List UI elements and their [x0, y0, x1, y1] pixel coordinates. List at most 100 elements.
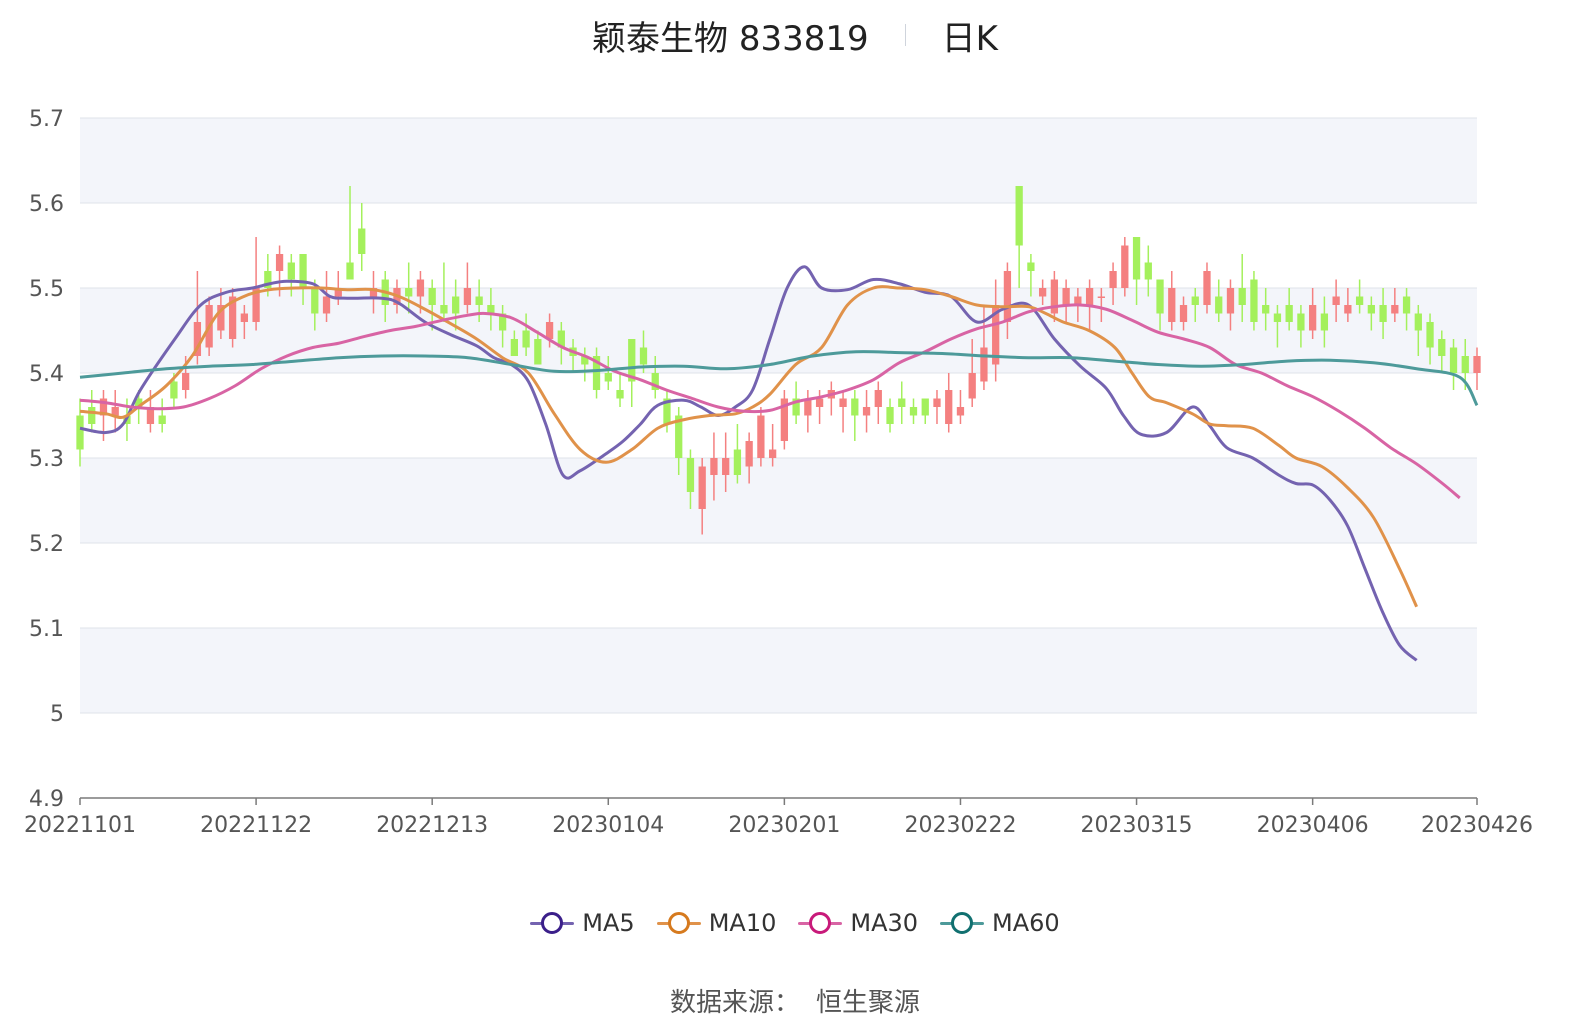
candle: [111, 390, 119, 433]
candle-body: [862, 407, 871, 416]
y-tick-label: 4.9: [29, 787, 64, 812]
candle-body: [1179, 305, 1188, 322]
candle-body: [452, 296, 460, 314]
candle-body: [722, 458, 730, 475]
candle-body: [1132, 237, 1141, 280]
candle: [228, 288, 237, 348]
candle-body: [275, 254, 284, 271]
legend-marker-icon: [798, 911, 843, 935]
legend-label: MA5: [582, 909, 635, 937]
candle-body: [1215, 296, 1223, 314]
candle-body: [886, 407, 894, 424]
y-tick-label: 5.1: [29, 617, 64, 642]
candle-body: [1226, 288, 1235, 314]
candle-body: [616, 390, 624, 399]
data-source: 数据来源： 恒生聚源: [0, 982, 1590, 1019]
y-axis: 4.9 5 5.1 5.2 5.3 5.4 5.5 5.6 5.7: [29, 107, 64, 812]
legend-item-ma5[interactable]: MA5: [530, 909, 635, 937]
candle-body: [1355, 296, 1364, 305]
candle: [252, 237, 260, 331]
candle-body: [88, 407, 96, 424]
candle-body: [440, 305, 448, 314]
candle-body: [1379, 305, 1387, 322]
candle-body: [956, 407, 965, 416]
candle-body: [522, 330, 530, 348]
grid-band: [80, 458, 1477, 543]
candle: [733, 424, 742, 484]
candle: [1015, 186, 1023, 288]
candle-body: [1121, 245, 1129, 288]
x-tick-label: 20230426: [1421, 813, 1533, 838]
candle-body: [1273, 313, 1282, 322]
candle-body: [768, 449, 777, 458]
candle-body: [851, 398, 859, 416]
candle-body: [240, 313, 248, 322]
candle: [839, 390, 847, 433]
candle: [909, 398, 918, 424]
candle-body: [358, 228, 366, 254]
candle-body: [534, 339, 542, 365]
candle-body: [839, 398, 847, 407]
candle-body: [815, 398, 824, 407]
candle-body: [545, 322, 554, 339]
candle-body: [510, 339, 519, 356]
candle: [827, 381, 835, 416]
y-tick-label: 5.5: [29, 277, 64, 302]
x-tick-label: 20221213: [376, 813, 488, 838]
legend-marker-icon: [656, 911, 701, 935]
candle: [956, 390, 965, 424]
legend-item-ma10[interactable]: MA10: [656, 909, 776, 937]
candle: [804, 390, 812, 433]
candle-body: [405, 288, 413, 297]
candle-body: [1203, 271, 1211, 305]
grid-band: [80, 118, 1477, 203]
legend-item-ma60[interactable]: MA60: [940, 909, 1060, 937]
candle-body: [1320, 313, 1329, 331]
legend: MA5 MA10 MA30 MA60: [0, 903, 1590, 943]
candle-body: [1015, 186, 1023, 246]
candle-body: [182, 373, 190, 390]
legend-label: MA30: [850, 909, 919, 937]
candle-body: [909, 407, 918, 416]
candle-body: [710, 458, 718, 475]
source-name: 恒生聚源: [816, 988, 921, 1018]
candle-body: [428, 288, 436, 305]
candle-body: [311, 288, 319, 314]
candle-body: [158, 415, 166, 424]
candle-body: [980, 347, 988, 382]
candle-body: [1285, 305, 1293, 322]
candle-body: [1156, 279, 1164, 314]
candle-body: [1062, 288, 1070, 305]
candle-body: [475, 296, 483, 305]
candle-body: [1027, 262, 1035, 271]
candle-body: [733, 449, 742, 475]
legend-item-ma30[interactable]: MA30: [798, 909, 918, 937]
y-tick-label: 5.2: [29, 532, 64, 557]
candle-body: [463, 288, 472, 305]
candle-body: [287, 262, 295, 280]
legend-marker-icon: [940, 911, 985, 935]
legend-marker-icon: [530, 911, 575, 935]
candle-body: [1473, 356, 1481, 373]
candle-body: [1297, 313, 1305, 331]
candle-body: [170, 381, 178, 399]
legend-label: MA60: [992, 909, 1060, 937]
candle-body: [921, 398, 929, 416]
candle-body: [698, 466, 706, 509]
candle-body: [686, 458, 695, 492]
candle-body: [1426, 322, 1434, 348]
candle: [358, 203, 366, 271]
candle-body: [1367, 305, 1375, 314]
candle-body: [898, 398, 906, 407]
source-label: 数据来源：: [669, 988, 800, 1018]
candle: [628, 339, 636, 407]
grid-band: [80, 628, 1477, 713]
x-tick-label: 20230201: [728, 813, 840, 838]
candle-body: [1438, 339, 1446, 356]
candle-body: [1109, 271, 1117, 288]
candle-body: [1262, 305, 1270, 314]
candle: [1250, 271, 1258, 331]
plot-bands: [80, 118, 1477, 713]
candle-body: [322, 296, 331, 314]
candle-body: [1449, 347, 1458, 373]
